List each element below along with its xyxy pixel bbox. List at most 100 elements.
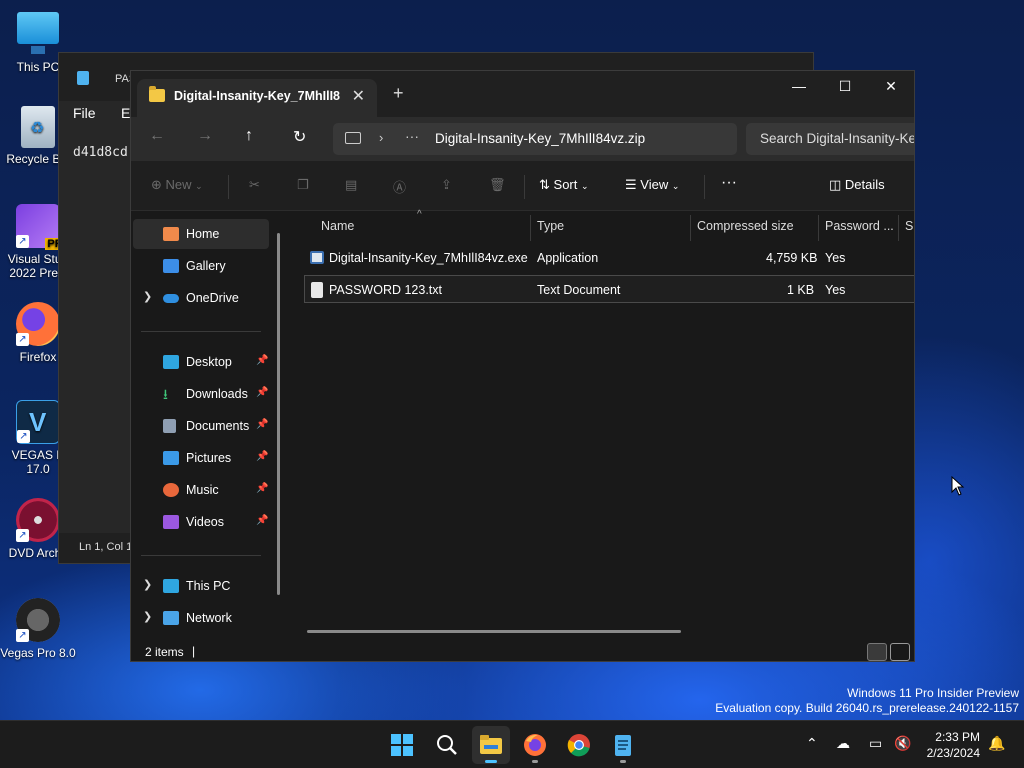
nav-label: Videos — [186, 515, 224, 529]
horizontal-scrollbar[interactable] — [307, 630, 681, 633]
windows-watermark: Windows 11 Pro Insider Preview Evaluatio… — [715, 686, 1019, 716]
pin-icon[interactable]: 📌 — [256, 451, 268, 462]
back-arrow-icon[interactable]: ← — [149, 127, 165, 145]
taskbar-firefox[interactable] — [516, 726, 554, 764]
chevron-right-icon[interactable]: ❯ — [143, 290, 152, 303]
minimize-button[interactable]: — — [776, 71, 822, 101]
notepad-menu-file[interactable]: File — [73, 105, 96, 121]
cut-icon[interactable]: ✂ — [249, 177, 260, 193]
shortcut-arrow-icon: ↗ — [17, 430, 30, 443]
desktop-icon-label: Firefox — [19, 350, 57, 364]
share-icon[interactable]: ⇪ — [441, 177, 452, 193]
new-tab-button[interactable]: + — [393, 83, 404, 104]
details-label: Details — [844, 177, 885, 192]
more-options-button[interactable]: ··· — [721, 174, 737, 192]
nav-scrollbar[interactable] — [277, 233, 280, 595]
chevron-right-icon[interactable]: ❯ — [143, 610, 152, 623]
delete-icon[interactable]: 🗑 — [489, 177, 506, 193]
nav-item-network[interactable]: ❯ Network — [133, 603, 269, 633]
file-password: Yes — [825, 283, 846, 297]
nav-item-desktop[interactable]: Desktop 📌 — [133, 347, 269, 377]
pin-icon[interactable]: 📌 — [256, 355, 268, 366]
pin-icon[interactable]: 📌 — [256, 483, 268, 494]
sort-icon: ⇅ — [539, 177, 550, 192]
forward-arrow-icon[interactable]: → — [197, 127, 213, 145]
column-header-name[interactable]: Name — [321, 219, 354, 233]
nav-item-onedrive[interactable]: ❯ OneDrive — [133, 283, 269, 313]
column-divider[interactable] — [530, 215, 531, 241]
notepad-text-area[interactable]: d41d8cd — [73, 145, 128, 160]
nav-item-music[interactable]: Music 📌 — [133, 475, 269, 505]
sort-button[interactable]: ⇅ Sort ⌄ — [539, 177, 589, 193]
pin-icon[interactable]: 📌 — [256, 387, 268, 398]
rename-icon[interactable]: Ⓐ — [393, 177, 406, 196]
divider — [704, 175, 705, 199]
notepad-menu-edit[interactable]: E — [121, 105, 130, 121]
file-explorer-window[interactable]: Digital-Insanity-Key_7MhIlI84vz.zip ✕ + … — [130, 70, 915, 662]
column-divider[interactable] — [898, 215, 899, 241]
file-row[interactable]: PASSWORD 123.txt Text Document 1 KB Yes — [304, 275, 914, 303]
network-status-icon[interactable]: ▭ — [869, 735, 882, 752]
notification-bell-icon[interactable]: 🔔 — [988, 735, 1005, 752]
shortcut-arrow-icon: ↗ — [16, 235, 29, 248]
nav-item-documents[interactable]: Documents 📌 — [133, 411, 269, 441]
explorer-titlebar[interactable]: Digital-Insanity-Key_7MhIlI84vz.zip ✕ + … — [131, 71, 914, 117]
start-button[interactable] — [383, 726, 421, 764]
search-button[interactable] — [428, 726, 466, 764]
nav-item-pictures[interactable]: Pictures 📌 — [133, 443, 269, 473]
breadcrumb-overflow[interactable]: ··· — [405, 128, 419, 144]
this-pc-icon — [163, 579, 179, 593]
view-button[interactable]: ☰ View ⌄ — [625, 177, 679, 193]
nav-item-downloads[interactable]: ⭳ Downloads 📌 — [133, 379, 269, 409]
column-header-compressed-size[interactable]: Compressed size — [697, 219, 794, 233]
details-view-icon[interactable] — [867, 643, 887, 661]
chevron-up-icon[interactable]: ⌃ — [806, 735, 818, 752]
large-icons-view-icon[interactable] — [890, 643, 910, 661]
nav-item-this-pc[interactable]: ❯ This PC — [133, 571, 269, 601]
running-indicator — [532, 760, 538, 763]
pin-icon[interactable]: 📌 — [256, 419, 268, 430]
paste-icon[interactable]: ▤ — [345, 177, 357, 193]
refresh-icon[interactable]: ↻ — [293, 127, 306, 147]
tab-close-button[interactable]: ✕ — [352, 86, 365, 106]
taskbar-notepad[interactable] — [604, 726, 642, 764]
column-divider[interactable] — [690, 215, 691, 241]
column-divider[interactable] — [818, 215, 819, 241]
column-header-size[interactable]: Si — [905, 219, 914, 233]
desktop-icon-vegas-pro-8[interactable]: ↗ Vegas Pro 8.0 — [0, 598, 76, 660]
volume-muted-icon[interactable]: 🔇 — [894, 735, 911, 752]
maximize-button[interactable]: ☐ — [822, 71, 868, 101]
taskbar-file-explorer[interactable] — [472, 726, 510, 764]
path-breadcrumb[interactable]: › ··· Digital-Insanity-Key_7MhIlI84vz.zi… — [333, 123, 737, 155]
this-pc-icon[interactable] — [345, 132, 361, 144]
monitor-stand — [31, 46, 45, 54]
file-row[interactable]: Digital-Insanity-Key_7MhIlI84vz.exe Appl… — [304, 244, 914, 272]
column-header-type[interactable]: Type — [537, 219, 564, 233]
copy-icon[interactable]: ❐ — [297, 177, 309, 193]
chevron-right-icon[interactable]: › — [379, 130, 383, 145]
pin-icon[interactable]: 📌 — [256, 515, 268, 526]
videos-icon — [163, 515, 179, 529]
nav-label: Network — [186, 611, 232, 625]
onedrive-icon[interactable]: ☁ — [836, 735, 850, 752]
column-header-password[interactable]: Password ... — [825, 219, 894, 233]
vegas-pro-8-icon: ↗ — [16, 598, 60, 642]
divider — [524, 175, 525, 199]
nav-item-videos[interactable]: Videos 📌 — [133, 507, 269, 537]
chevron-right-icon[interactable]: ❯ — [143, 578, 152, 591]
chevron-down-icon: ⌄ — [671, 181, 680, 191]
nav-item-home[interactable]: Home — [133, 219, 269, 249]
details-button[interactable]: ◫ Details — [829, 177, 885, 193]
nav-item-gallery[interactable]: Gallery — [133, 251, 269, 281]
up-arrow-icon[interactable]: ↑ — [245, 127, 253, 145]
system-clock[interactable]: 2:33 PM 2/23/2024 — [927, 729, 980, 761]
close-button[interactable]: ✕ — [868, 71, 914, 101]
breadcrumb-current[interactable]: Digital-Insanity-Key_7MhIlI84vz.zip — [435, 131, 645, 146]
clock-date: 2/23/2024 — [926, 746, 980, 760]
chevron-down-icon: ⌄ — [581, 181, 589, 191]
nav-label: Desktop — [186, 355, 232, 369]
search-input[interactable]: Search Digital-Insanity-Key_7MhIlI84vz.z… — [746, 123, 914, 155]
taskbar-chrome[interactable] — [560, 726, 598, 764]
new-button[interactable]: ⊕ New ⌄ — [151, 177, 203, 193]
explorer-tab[interactable]: Digital-Insanity-Key_7MhIlI84vz.zip ✕ — [137, 79, 377, 117]
